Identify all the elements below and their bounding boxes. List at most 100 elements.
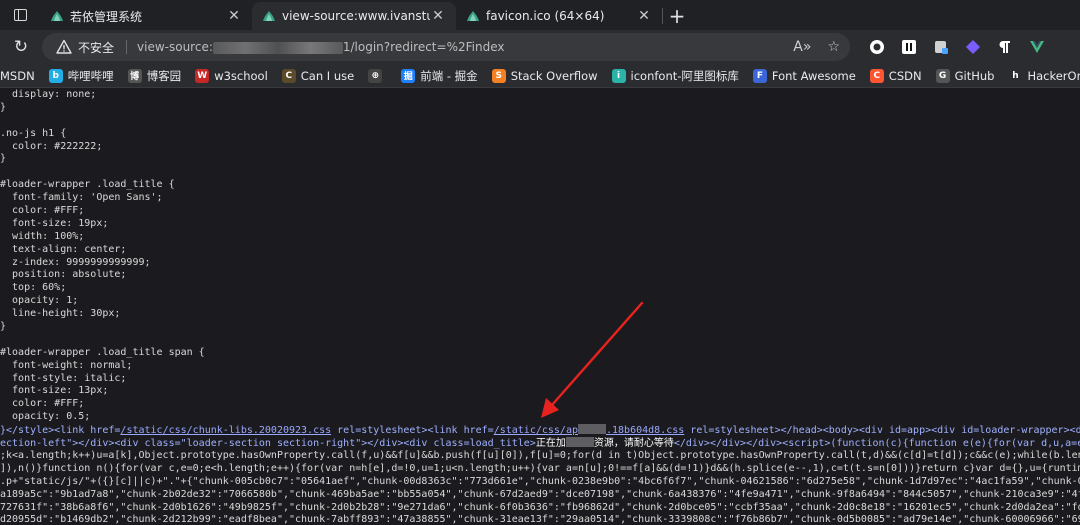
paragraph-extension-icon[interactable]: [996, 38, 1014, 56]
code-token: ection-left"></div><div class="loader-se…: [0, 438, 536, 450]
tab-view-source[interactable]: view-source:www.ivanstudio.cn:9 ✕: [252, 2, 456, 30]
extensions-area: [868, 38, 1046, 56]
bookmark-item[interactable]: 博博客园: [121, 64, 189, 87]
insecure-label[interactable]: 不安全: [78, 39, 114, 56]
bookmark-label: 哔哩哔哩: [67, 68, 114, 83]
sidebar-icon: [13, 9, 27, 21]
code-token: }</style><link href=: [0, 425, 121, 437]
address-bar[interactable]: 不安全 view-source: 1/login?redirect=%2Finde…: [42, 33, 850, 61]
source-line: font-style: italic;: [0, 372, 127, 384]
notion-extension-icon[interactable]: [900, 38, 918, 56]
url-divider: [126, 40, 128, 54]
bookmark-label: w3school: [214, 68, 268, 83]
tab-title: view-source:www.ivanstudio.cn:9: [282, 9, 430, 23]
warning-icon[interactable]: [56, 39, 72, 55]
record-extension-icon[interactable]: [868, 38, 886, 56]
css-link[interactable]: /static/css/ap: [494, 425, 578, 436]
bookmark-favicon-icon: ⊕: [368, 68, 383, 83]
tab-title: favicon.ico (64×64): [486, 9, 605, 23]
bookmark-item[interactable]: ⊕: [361, 64, 394, 87]
source-line: display: none;: [0, 89, 97, 100]
source-line: ]),n()}function n(){for(var c,e=0;e<h.le…: [0, 462, 1080, 474]
new-tab-button[interactable]: +: [663, 2, 691, 30]
diamond-extension-icon[interactable]: [964, 38, 982, 56]
bookmark-item[interactable]: i iconfont-阿里图标库: [605, 64, 746, 87]
source-line: }: [0, 153, 7, 165]
bookmark-item[interactable]: C Can I use: [275, 64, 361, 87]
bookmark-item[interactable]: G GitHub: [929, 64, 1002, 87]
source-line: position: absolute;: [0, 269, 127, 281]
ruoyi-favicon-icon: [262, 10, 276, 22]
bookmark-label: GitHub: [954, 68, 995, 83]
favorite-star-icon[interactable]: ☆: [827, 39, 840, 55]
bookmark-favicon-icon: F: [752, 68, 767, 83]
source-line: [0, 115, 1080, 128]
bookmark-item[interactable]: h HackerOne: [1001, 64, 1080, 87]
bookmark-item[interactable]: MSDN: [0, 64, 42, 87]
bookmark-label: Font Awesome: [771, 68, 856, 83]
bookmark-item[interactable]: S Stack Overflow: [485, 64, 605, 87]
vue-devtools-icon[interactable]: [1028, 38, 1046, 56]
device-extension-icon[interactable]: [932, 38, 950, 56]
source-line: #loader-wrapper .load_title {: [0, 179, 175, 191]
source-line: color: #FFF;: [0, 398, 85, 410]
source-line: width: 100%;: [0, 230, 85, 242]
css-link[interactable]: /static/css/chunk-libs.20020923.css: [120, 425, 331, 436]
ruoyi-favicon-icon: [50, 10, 64, 22]
source-line: }: [0, 321, 7, 333]
bookmark-favicon-icon: 掘: [401, 68, 416, 83]
css-link[interactable]: .18b604d8.css: [606, 425, 684, 436]
redacted-host: [212, 41, 343, 54]
view-source-content: display: none;} .no-js h1 { color: #22222…: [0, 89, 1080, 525]
bookmark-favicon-icon: C: [281, 68, 296, 83]
bookmark-label: 博客园: [146, 68, 182, 83]
bookmark-favicon-icon: 博: [127, 68, 142, 83]
source-line: line-height: 30px;: [0, 308, 121, 320]
tab-close-icon[interactable]: ✕: [430, 8, 446, 24]
redacted-text: [565, 437, 594, 448]
bookmark-item[interactable]: b 哔哩哔哩: [42, 64, 121, 87]
bookmark-label: Can I use: [300, 68, 355, 83]
source-line: color: #FFF;: [0, 205, 85, 217]
source-line: }: [0, 101, 7, 113]
source-line: d20955d":"b1469db2","chunk-2d212b99":"ea…: [0, 514, 1080, 525]
source-line: }</style><link href=/static/css/chunk-li…: [0, 424, 1080, 437]
bookmark-item[interactable]: 掘前端 - 掘金: [394, 64, 484, 87]
source-line: ;k<a.length;k++)u=a[k],Object.prototype.…: [0, 449, 1080, 461]
loading-text: 正在加: [535, 438, 566, 450]
bookmark-label: MSDN: [0, 68, 35, 83]
tab-ruoyi[interactable]: 若依管理系统 ✕: [40, 2, 252, 30]
source-line: font-size: 19px;: [0, 217, 109, 229]
bookmark-label: CSDN: [888, 68, 922, 83]
bookmark-favicon-icon: S: [491, 68, 506, 83]
source-line: opacity: 0.5;: [0, 411, 91, 423]
bookmark-label: iconfont-阿里图标库: [630, 68, 739, 83]
read-aloud-icon[interactable]: A»: [793, 39, 811, 55]
tab-favicon[interactable]: favicon.ico (64×64) ✕: [456, 2, 662, 30]
redacted-text: [578, 424, 606, 435]
bookmark-item[interactable]: Ww3school: [188, 64, 275, 87]
code-token: rel=stylesheet><link href=: [331, 425, 494, 437]
tab-actions-button[interactable]: [0, 0, 40, 30]
bookmark-item[interactable]: F Font Awesome: [746, 64, 863, 87]
source-line: font-family: 'Open Sans';: [0, 192, 163, 204]
bookmark-item[interactable]: C CSDN: [863, 64, 929, 87]
code-token: </div></div></div><script>(function(c){f…: [673, 438, 1080, 450]
tab-close-icon[interactable]: ✕: [636, 8, 652, 24]
source-line: ection-left"></div><div class="loader-se…: [0, 437, 1080, 450]
tab-close-icon[interactable]: ✕: [226, 8, 242, 24]
bookmark-label: HackerOne: [1027, 68, 1080, 83]
source-line: .no-js h1 {: [0, 127, 67, 139]
reload-button[interactable]: ↻: [0, 30, 42, 64]
url-text[interactable]: view-source: 1/login?redirect=%2Findex: [137, 40, 793, 54]
bookmark-label: Stack Overflow: [510, 68, 598, 83]
source-line: opacity: 1;: [0, 295, 79, 307]
source-line: .p+"static/js/"+({}[c]||c)+"."+{"chunk-0…: [0, 475, 1080, 487]
url-suffix: 1/login?redirect=%2Findex: [342, 40, 505, 54]
source-line: color: #222222;: [0, 140, 103, 152]
source-line: [0, 166, 1080, 179]
bookmark-favicon-icon: C: [869, 68, 884, 83]
source-line: font-size: 13px;: [0, 385, 109, 397]
bookmarks-bar: MSDN b 哔哩哔哩博博客园 Ww3school C Can I use ⊕ 掘前端 - 掘…: [0, 64, 1080, 88]
bookmark-favicon-icon: W: [195, 68, 210, 83]
